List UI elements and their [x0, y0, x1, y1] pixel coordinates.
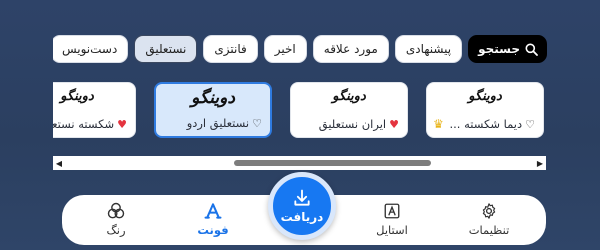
nav-color[interactable]: رنگ [84, 200, 148, 237]
chip-suggested[interactable]: پیشنهادی [394, 35, 463, 63]
font-card[interactable]: دوینگو ♡ دیما شکسته ... ♛ [426, 82, 544, 138]
download-label: دریافت [280, 210, 324, 224]
font-card[interactable]: دوینگو ♥ ایران نستعلیق [290, 82, 408, 138]
search-button[interactable]: جستجو [468, 35, 547, 63]
scroll-right-arrow-icon[interactable]: ▶ [534, 159, 546, 168]
font-name: ایران نستعلیق [318, 117, 387, 131]
style-icon [384, 203, 400, 219]
search-label: جستجو [478, 42, 520, 56]
nav-style[interactable]: استایل [360, 200, 424, 237]
font-preview: دوینگو [60, 89, 94, 104]
scroll-track[interactable] [65, 159, 534, 167]
download-icon [294, 189, 310, 206]
color-icon [107, 202, 125, 219]
nav-color-label: رنگ [106, 223, 126, 237]
chip-favorites[interactable]: مورد علاقه [312, 35, 389, 63]
heart-icon[interactable]: ♡ [525, 119, 535, 130]
font-preview: دوینگو [332, 89, 366, 104]
crown-icon: ♛ [433, 117, 444, 131]
font-icon [204, 203, 222, 219]
font-cards: دوینگو ♡ دیما شکسته ... ♛ دوینگو ♥ ایران… [53, 82, 544, 140]
nav-style-label: استایل [376, 223, 408, 237]
heart-icon[interactable]: ♥ [117, 119, 127, 130]
font-card-selected[interactable]: دوینگو ♡ نستعلیق اردو [154, 82, 272, 138]
nav-settings-label: تنظیمات [468, 223, 510, 237]
chip-handwriting[interactable]: دست‌نویس [53, 35, 129, 63]
heart-icon[interactable]: ♡ [252, 118, 262, 129]
heart-icon[interactable]: ♥ [389, 119, 399, 130]
font-card[interactable]: دوینگو ♥ شکسته نستعلیق [53, 82, 136, 138]
scroll-left-arrow-icon[interactable]: ◀ [53, 159, 65, 168]
nav-settings[interactable]: تنظیمات [457, 200, 521, 237]
nav-font-label: فونت [197, 223, 229, 237]
horizontal-scrollbar[interactable]: ◀ ▶ [53, 156, 546, 170]
font-name: نستعلیق اردو [186, 116, 250, 130]
category-chips: جستجو پیشنهادی مورد علاقه اخیر فانتزی نس… [53, 34, 547, 64]
font-name: دیما شکسته ... [449, 117, 523, 131]
chip-nastaliq[interactable]: نستعلیق [134, 35, 198, 63]
download-button[interactable]: دریافت [268, 172, 336, 240]
chip-recent[interactable]: اخیر [263, 35, 307, 63]
font-preview: دوینگو [191, 88, 235, 108]
font-name: شکسته نستعلیق [53, 117, 115, 131]
font-preview: دوینگو [468, 89, 502, 104]
scroll-thumb[interactable] [233, 160, 431, 166]
gear-icon [482, 203, 496, 219]
nav-font[interactable]: فونت [181, 200, 245, 237]
chip-fantasy[interactable]: فانتزی [203, 35, 258, 63]
search-icon [525, 43, 538, 56]
